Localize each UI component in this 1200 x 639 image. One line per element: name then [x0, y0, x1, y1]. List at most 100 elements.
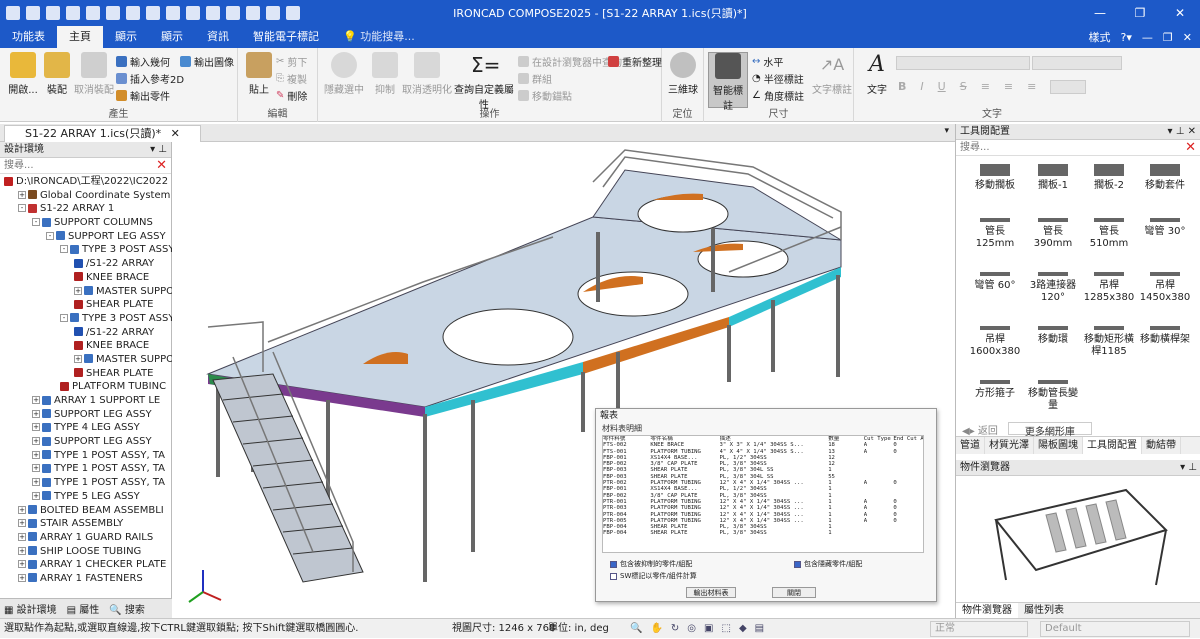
- undo-icon[interactable]: [146, 6, 160, 20]
- radius-dim-button[interactable]: ◔ 半徑標註: [752, 71, 804, 86]
- catalog-search[interactable]: 搜尋... ✕: [956, 140, 1200, 156]
- tree-node[interactable]: + TYPE 1 POST ASSY, TA: [0, 449, 172, 463]
- new-icon[interactable]: [6, 6, 20, 20]
- expand-icon[interactable]: +: [32, 450, 40, 459]
- regen-button[interactable]: 重新整理: [608, 54, 662, 69]
- tab-display-2[interactable]: 顯示: [149, 26, 195, 48]
- output-image-button[interactable]: 輸出圖像: [180, 54, 234, 69]
- catalog-item[interactable]: 吊桿 1285x380: [1080, 272, 1138, 304]
- tab-properties[interactable]: ▤ 屬性: [67, 601, 100, 616]
- view-orient-icon[interactable]: ⬚: [721, 619, 730, 639]
- catalog-item[interactable]: 擱板-1: [1024, 164, 1082, 192]
- font-select[interactable]: [896, 56, 1030, 70]
- catalog-item[interactable]: 吊桿 1450x380: [1136, 272, 1194, 304]
- expand-icon[interactable]: +: [74, 286, 82, 295]
- tab-display[interactable]: 顯示: [103, 26, 149, 48]
- expand-icon[interactable]: +: [18, 532, 26, 541]
- tab-info[interactable]: 資訊: [195, 26, 241, 48]
- tab-menu[interactable]: 功能表: [0, 26, 57, 48]
- tree-node[interactable]: - S1-22 ARRAY 1: [0, 202, 172, 216]
- book-icon[interactable]: [246, 6, 260, 20]
- suppress-button[interactable]: 抑制: [366, 52, 404, 96]
- expand-icon[interactable]: +: [32, 478, 40, 487]
- tab-home[interactable]: 主頁: [57, 26, 103, 48]
- catalog-tab[interactable]: 材質光澤: [985, 437, 1034, 454]
- catalog-tab[interactable]: 工具閱配置: [1083, 437, 1142, 454]
- tree-node[interactable]: + SHIP LOOSE TUBING: [0, 545, 172, 559]
- tree-node[interactable]: D:\IRONCAD\工程\2022\IC2022: [0, 175, 172, 189]
- tri-ball-button[interactable]: 三維球: [664, 52, 702, 96]
- tree-node[interactable]: + ARRAY 1 FASTENERS: [0, 572, 172, 586]
- render-icon[interactable]: ◆: [739, 619, 747, 639]
- catalog-item[interactable]: 移動橫桿架: [1136, 326, 1194, 346]
- catalog-item[interactable]: 移動矩形橫 桿1185: [1080, 326, 1138, 358]
- expand-icon[interactable]: +: [18, 546, 26, 555]
- close-tab-icon[interactable]: ✕: [171, 127, 180, 140]
- catalog-item[interactable]: 吊桿 1600x380: [966, 326, 1024, 358]
- cut-button[interactable]: ✂ 剪下: [276, 54, 307, 69]
- catalog-item[interactable]: 管長 390mm: [1024, 218, 1082, 250]
- expand-icon[interactable]: +: [32, 464, 40, 473]
- tree-node[interactable]: + ARRAY 1 GUARD RAILS: [0, 531, 172, 545]
- help-icon[interactable]: ?▾: [1121, 31, 1132, 44]
- copy-button[interactable]: ⎘ 複製: [276, 71, 307, 86]
- restore-icon[interactable]: ❐: [1120, 0, 1160, 26]
- tool-icon[interactable]: [226, 6, 240, 20]
- assemble-button[interactable]: 裝配: [38, 52, 76, 96]
- globe-icon[interactable]: [186, 6, 200, 20]
- document-tab[interactable]: S1-22 ARRAY 1.ics(只讀)* ✕: [4, 125, 201, 142]
- tab-smart-markup[interactable]: 智能電子標記: [241, 26, 331, 48]
- delete-button[interactable]: ✎ 刪除: [276, 88, 307, 103]
- close-doc-icon[interactable]: ✕: [1183, 31, 1192, 44]
- expand-icon[interactable]: +: [18, 190, 26, 199]
- font-size-select[interactable]: [1032, 56, 1122, 70]
- output-bom-button[interactable]: 輸出材料表: [686, 587, 736, 598]
- catalog-pin-icon[interactable]: ▾ ⊥ ✕: [1168, 124, 1196, 140]
- output-parts-button[interactable]: 輸出零件: [116, 88, 170, 103]
- expand-icon[interactable]: +: [32, 409, 40, 418]
- mail-icon[interactable]: [86, 6, 100, 20]
- tree-node[interactable]: - TYPE 3 POST ASSY: [0, 243, 172, 257]
- paste-button[interactable]: 貼上: [240, 52, 278, 96]
- catalog-item[interactable]: 移動擱板: [966, 164, 1024, 192]
- tree-node[interactable]: + MASTER SUPPO: [0, 353, 172, 367]
- tree-node[interactable]: + Global Coordinate System: [0, 189, 172, 203]
- shading-icon[interactable]: ▤: [755, 619, 764, 639]
- tab-property-list[interactable]: 屬性列表: [1018, 603, 1070, 618]
- cancel-assemble-button[interactable]: 取消裝配: [72, 52, 116, 96]
- pin-icon[interactable]: ▾ ⊥: [150, 142, 167, 158]
- catalog-item[interactable]: 3路連接器 120°: [1024, 272, 1082, 304]
- look-at-icon[interactable]: ◎: [687, 619, 696, 639]
- minimize-doc-icon[interactable]: —: [1142, 31, 1153, 44]
- pan-icon[interactable]: ✋: [650, 619, 662, 639]
- rotate-icon[interactable]: ↻: [671, 619, 679, 639]
- horizontal-dim-button[interactable]: ↔ 水平: [752, 54, 783, 69]
- style-select[interactable]: Default: [1040, 621, 1190, 637]
- catalog-item[interactable]: 彎管 30°: [1136, 218, 1194, 238]
- expand-icon[interactable]: +: [18, 519, 26, 528]
- catalog-item[interactable]: 移動管長變 量: [1024, 380, 1082, 412]
- restore-doc-icon[interactable]: ❐: [1163, 31, 1173, 44]
- tab-design-env[interactable]: ▦ 設計環境: [4, 601, 57, 616]
- bom-row[interactable]: FBP-004 SHEAR PLATE PL, 3/8" 304SS 1: [603, 530, 923, 536]
- catalog-clear-icon[interactable]: ✕: [1185, 140, 1196, 156]
- group-button[interactable]: 群組: [518, 71, 552, 86]
- feature-search[interactable]: 💡 功能搜尋...: [331, 26, 427, 48]
- collapse-icon[interactable]: -: [60, 313, 68, 322]
- expand-icon[interactable]: +: [32, 396, 40, 404]
- tree-node[interactable]: + BOLTED BEAM ASSEMBLI: [0, 504, 172, 518]
- back-link[interactable]: ◀▸ 返回: [962, 422, 998, 437]
- design-search[interactable]: 搜尋... ✕: [0, 158, 171, 174]
- more-links[interactable]: 更多網形庫: [1007, 422, 1092, 438]
- tree-node[interactable]: - SUPPORT LEG ASSY: [0, 230, 172, 244]
- bom-table[interactable]: 零件料號零件名稱描述數量Cut TypeEnd Cut AngleFTS-002…: [602, 435, 924, 553]
- tree-node[interactable]: + ARRAY 1 CHECKER PLATE: [0, 558, 172, 572]
- grid-icon[interactable]: [106, 6, 120, 20]
- expand-icon[interactable]: +: [32, 423, 40, 432]
- cut-icon[interactable]: [126, 6, 140, 20]
- catalog-item[interactable]: 移動環: [1024, 326, 1082, 346]
- include-suppressed-checkbox[interactable]: 包含被抑制的零件/組配: [610, 559, 692, 569]
- collapse-icon[interactable]: -: [46, 231, 54, 240]
- catalog-item[interactable]: 移動套件: [1136, 164, 1194, 192]
- tree-node[interactable]: KNEE BRACE: [0, 271, 172, 285]
